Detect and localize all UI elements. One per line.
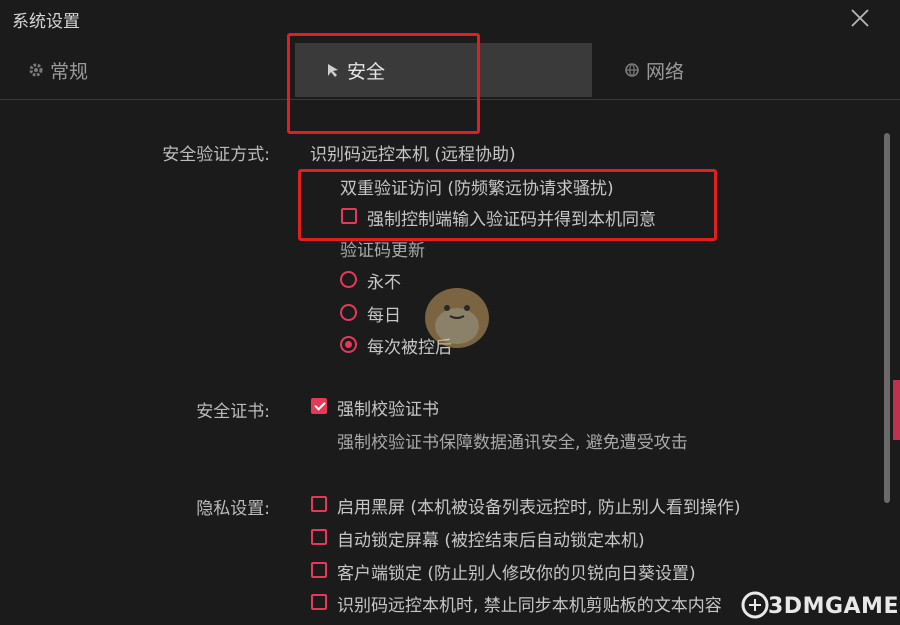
watermark-text: 3DMGAME: [768, 594, 899, 619]
radio-daily[interactable]: [340, 304, 357, 321]
privacy-checkbox-blackscreen[interactable]: [311, 496, 327, 512]
privacy-option-blackscreen[interactable]: 启用黑屏 (本机被设备列表远控时, 防止别人看到操作): [337, 493, 740, 518]
tab-bar: 常规 安全 网络: [0, 41, 900, 100]
scrollbar-thumb[interactable]: [893, 380, 900, 440]
gear-icon: [28, 62, 44, 78]
radio-daily-label[interactable]: 每日: [367, 301, 401, 326]
tab-general[interactable]: 常规: [28, 43, 88, 97]
watermark-logo-icon: [741, 591, 769, 619]
tab-security-label: 安全: [347, 60, 386, 83]
radio-never[interactable]: [340, 271, 357, 288]
tab-network[interactable]: 网络: [624, 43, 684, 97]
privacy-option-clipboard[interactable]: 识别码远控本机时, 禁止同步本机剪贴板的文本内容: [337, 591, 722, 616]
globe-icon: [624, 62, 640, 78]
mascot-watermark: [425, 288, 489, 348]
verify-method-value: 识别码远控本机 (远程协助): [310, 145, 516, 165]
tab-network-label: 网络: [646, 60, 685, 83]
force-code-checkbox[interactable]: [341, 208, 357, 224]
radio-never-label[interactable]: 永不: [367, 268, 401, 293]
scrollbar[interactable]: [884, 133, 890, 503]
certificate-description: 强制校验证书保障数据通讯安全, 避免遭受攻击: [337, 433, 688, 453]
privacy-checkbox-clientlock[interactable]: [311, 562, 327, 578]
title-bar: 系统设置: [0, 0, 900, 40]
close-icon[interactable]: [850, 8, 870, 28]
privacy-checkbox-autolock[interactable]: [311, 529, 327, 545]
verify-method-label: 安全验证方式:: [162, 145, 270, 165]
privacy-option-clientlock[interactable]: 客户端锁定 (防止别人修改你的贝锐向日葵设置): [337, 559, 696, 584]
privacy-label: 隐私设置:: [196, 499, 270, 519]
certificate-checkbox[interactable]: [311, 398, 327, 414]
force-code-label[interactable]: 强制控制端输入验证码并得到本机同意: [367, 205, 656, 230]
code-update-title: 验证码更新: [340, 241, 425, 261]
window-title: 系统设置: [12, 12, 80, 32]
privacy-checkbox-clipboard[interactable]: [311, 594, 327, 610]
double-verify-title: 双重验证访问 (防频繁远协请求骚扰): [340, 179, 614, 199]
shield-arrow-icon: [325, 62, 341, 78]
tab-general-label: 常规: [50, 60, 89, 83]
certificate-option-label[interactable]: 强制校验证书: [337, 395, 439, 420]
radio-after-control[interactable]: [340, 336, 357, 353]
tab-security[interactable]: 安全: [295, 43, 592, 97]
privacy-option-autolock[interactable]: 自动锁定屏幕 (被控结束后自动锁定本机): [337, 526, 645, 551]
certificate-label: 安全证书:: [196, 402, 270, 422]
